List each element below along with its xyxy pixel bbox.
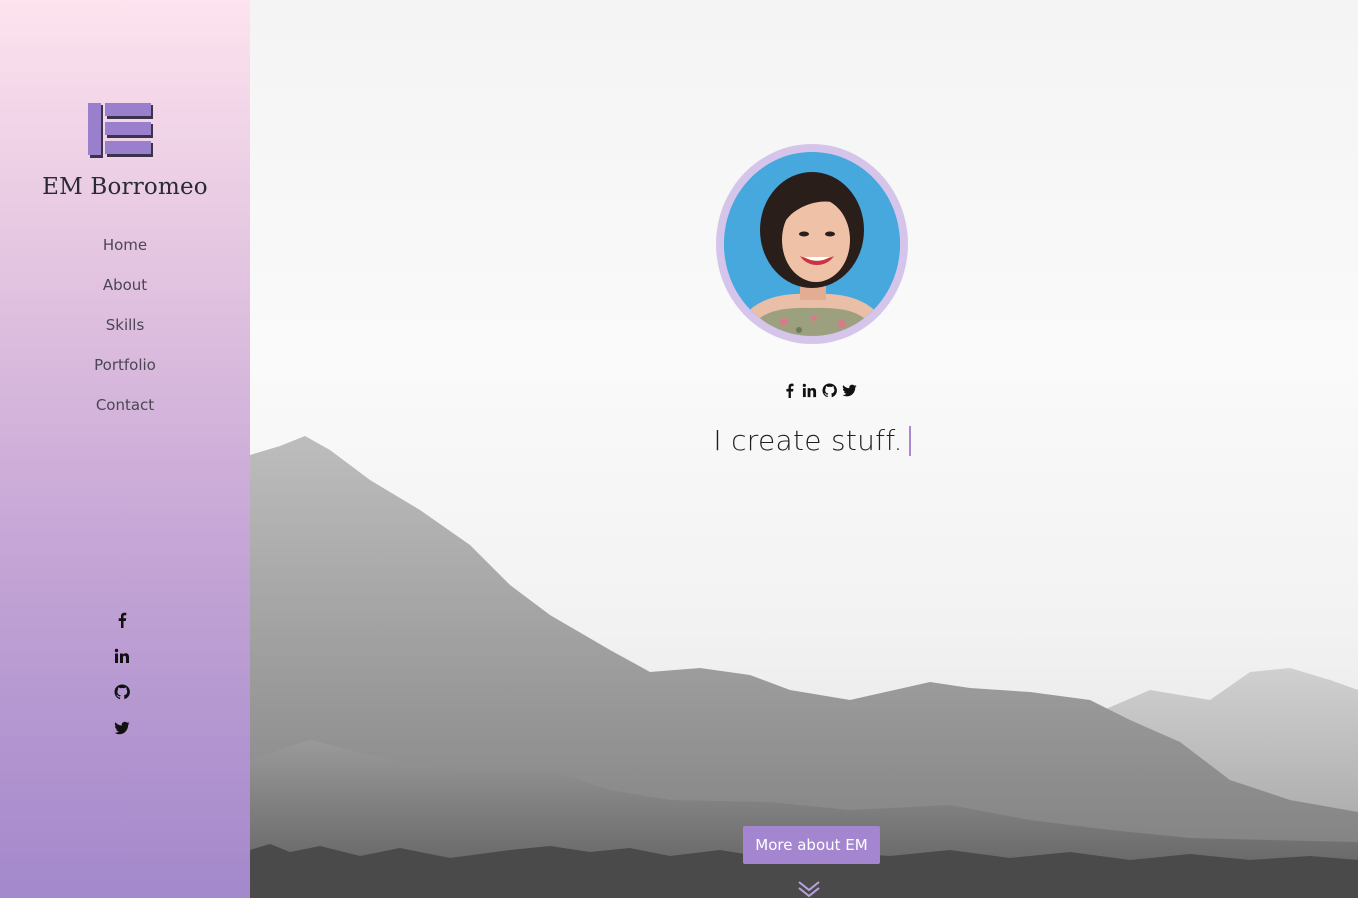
typing-cursor [908, 426, 911, 456]
facebook-icon[interactable] [104, 610, 140, 646]
more-about-button[interactable]: More about EM [743, 826, 880, 864]
facebook-icon[interactable] [782, 383, 798, 399]
github-icon[interactable] [822, 383, 838, 399]
nav-item-about[interactable]: About [0, 273, 250, 313]
nav-item-home[interactable]: Home [0, 233, 250, 273]
linkedin-icon[interactable] [802, 383, 818, 399]
nav-item-portfolio[interactable]: Portfolio [0, 353, 250, 393]
twitter-icon[interactable] [104, 718, 140, 754]
github-icon[interactable] [104, 682, 140, 718]
nav-item-skills[interactable]: Skills [0, 313, 250, 353]
hero-social-links [780, 383, 860, 401]
brand-name[interactable]: EM Borromeo [0, 174, 250, 200]
main-nav: Home About Skills Portfolio Contact [0, 233, 250, 433]
linkedin-icon[interactable] [104, 646, 140, 682]
twitter-icon[interactable] [842, 383, 858, 399]
hero-tagline: I create stuff. [713, 424, 903, 457]
sidebar: EM Borromeo Home About Skills Portfolio … [0, 0, 250, 898]
nav-item-contact[interactable]: Contact [0, 393, 250, 433]
double-chevron-down-icon[interactable] [797, 880, 821, 898]
profile-avatar-ring [716, 144, 908, 344]
sidebar-social-links [104, 610, 140, 754]
logo-icon[interactable] [88, 102, 154, 158]
hero-section: I create stuff. More about EM [250, 0, 1358, 898]
tagline-container: I create stuff. [500, 424, 1124, 457]
avatar [724, 152, 900, 336]
